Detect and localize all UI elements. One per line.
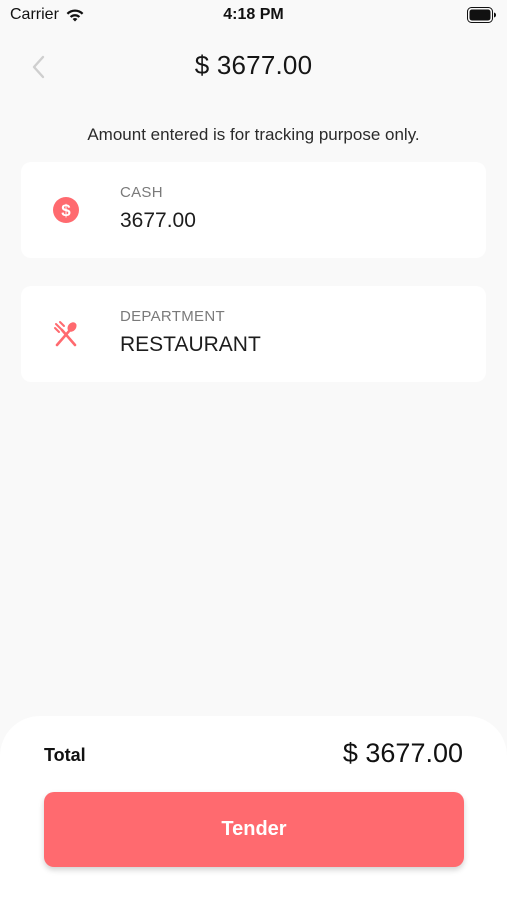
payment-method-card[interactable]: $ CASH 3677.00 — [21, 162, 486, 258]
department-card[interactable]: DEPARTMENT RESTAURANT — [21, 286, 486, 382]
header: $ 3677.00 — [0, 44, 507, 90]
department-label: DEPARTMENT — [120, 308, 225, 325]
department-value: RESTAURANT — [120, 333, 261, 356]
tender-button[interactable]: Tender — [44, 792, 464, 867]
svg-text:$: $ — [61, 201, 71, 220]
status-bar: Carrier 4:18 PM — [0, 0, 507, 30]
status-time: 4:18 PM — [223, 6, 284, 23]
payment-amount-value: 3677.00 — [120, 209, 196, 232]
total-value: $ 3677.00 — [342, 738, 463, 768]
total-label: Total — [44, 745, 86, 765]
fork-spoon-icon — [54, 321, 77, 347]
payment-method-label: CASH — [120, 184, 163, 201]
tracking-notice: Amount entered is for tracking purpose o… — [87, 125, 420, 144]
checkout-footer: Total $ 3677.00 Tender — [0, 716, 507, 900]
dollar-circle-icon: $ — [53, 197, 79, 223]
page-title: $ 3677.00 — [194, 50, 313, 80]
battery-icon — [467, 7, 496, 23]
